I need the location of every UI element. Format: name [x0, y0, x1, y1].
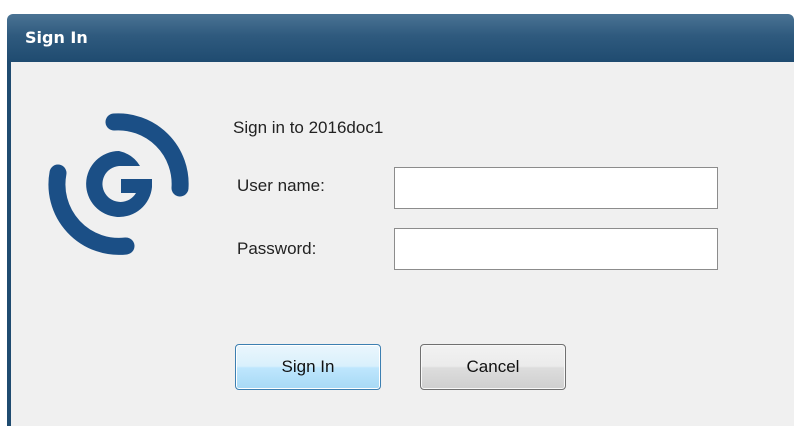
logo-inner-g	[86, 151, 152, 217]
title-bar[interactable]: Sign In	[7, 14, 794, 62]
password-label: Password:	[237, 239, 317, 258]
username-input[interactable]	[394, 167, 718, 209]
cancel-button[interactable]: Cancel	[420, 344, 566, 390]
username-label: User name:	[237, 176, 325, 195]
window-title: Sign In	[25, 28, 88, 47]
password-input[interactable]	[394, 228, 718, 270]
sign-in-button-label: Sign In	[281, 357, 335, 376]
cancel-button-label: Cancel	[466, 357, 520, 376]
window-left-border	[7, 62, 11, 426]
sign-in-button[interactable]: Sign In	[235, 344, 381, 390]
brand-logo-icon	[48, 113, 189, 255]
sign-in-prompt: Sign in to 2016doc1	[233, 118, 384, 137]
sign-in-dialog: Sign In Sign in to 2016doc1 User name: P…	[0, 0, 794, 426]
